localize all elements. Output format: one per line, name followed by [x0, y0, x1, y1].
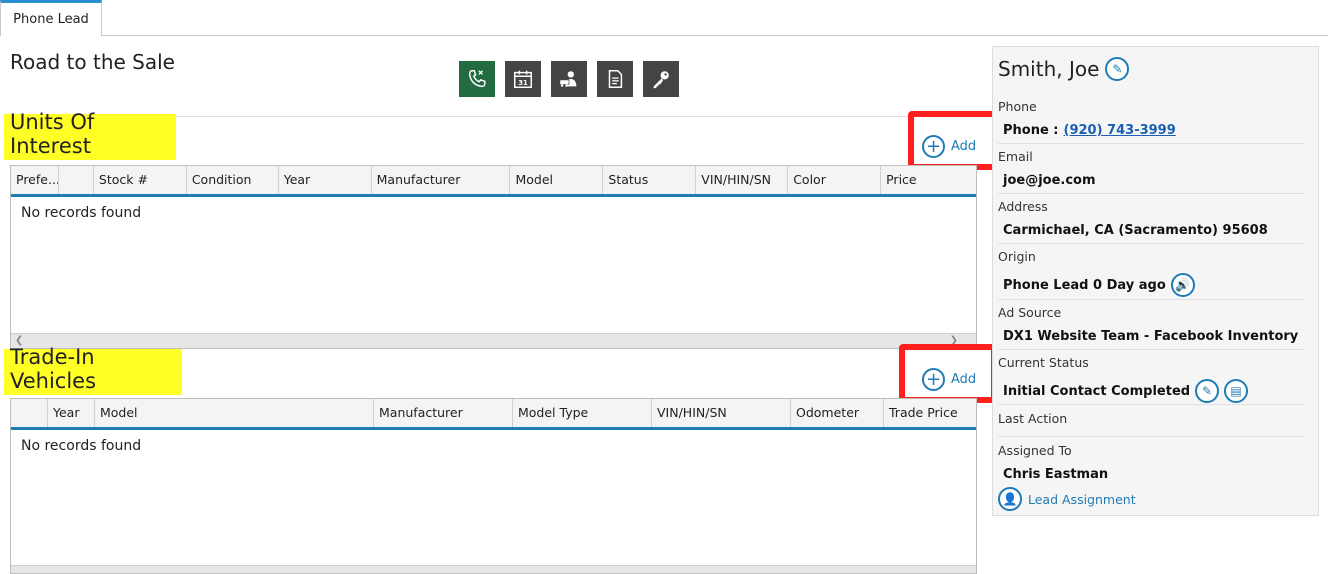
lead-assignment-link[interactable]: 👤 Lead Assignment — [998, 487, 1136, 511]
address-value: Carmichael, CA (Sacramento) 95608 — [1003, 223, 1268, 238]
col-trade-price[interactable]: Trade Price — [884, 399, 976, 427]
edit-pencil-icon[interactable]: ✎ — [1105, 57, 1130, 81]
col-model[interactable]: Model — [95, 399, 374, 427]
origin-label: Origin — [998, 249, 1036, 264]
units-empty-message: No records found — [21, 205, 142, 221]
field-divider — [998, 193, 1304, 194]
units-of-interest-grid: Prefe... Stock # Condition Year Manufact… — [10, 165, 977, 349]
col-model[interactable]: Model — [510, 166, 604, 194]
add-trade-in-label: Add — [951, 372, 977, 387]
units-grid-header: Prefe... Stock # Condition Year Manufact… — [11, 166, 976, 197]
field-divider — [998, 349, 1304, 350]
col-manufacturer[interactable]: Manufacturer — [374, 399, 513, 427]
trade-in-grid-header: Year Model Manufacturer Model Type VIN/H… — [11, 399, 976, 430]
customer-name-text: Smith, Joe — [998, 57, 1100, 81]
phone-icon[interactable] — [459, 61, 495, 97]
col-odometer[interactable]: Odometer — [791, 399, 884, 427]
status-text: Initial Contact Completed — [1003, 383, 1191, 399]
document-icon[interactable]: ▤ — [1224, 379, 1249, 403]
audio-speaker-icon[interactable]: 🔊 — [1170, 273, 1195, 297]
customer-vehicle-icon[interactable] — [551, 61, 587, 97]
trade-in-vehicles-title: Trade-In Vehicles — [4, 345, 182, 395]
current-status-value: Initial Contact Completed ✎ ▤ — [1003, 379, 1249, 403]
add-trade-in-button[interactable]: + Add — [922, 368, 976, 391]
customer-name: Smith, Joe ✎ — [998, 57, 1130, 81]
col-vin[interactable]: VIN/HIN/SN — [696, 166, 789, 194]
field-divider — [998, 404, 1304, 405]
ad-source-value: DX1 Website Team - Facebook Inventory — [1003, 329, 1299, 344]
field-divider — [998, 243, 1304, 244]
phone-prefix: Phone : — [1003, 123, 1059, 138]
phone-label: Phone — [998, 99, 1037, 114]
lead-assignment-text: Lead Assignment — [1028, 491, 1136, 507]
origin-text: Phone Lead 0 Day ago — [1003, 277, 1166, 293]
trade-in-empty-message: No records found — [21, 438, 142, 454]
person-icon: 👤 — [998, 487, 1022, 511]
col-preferred[interactable]: Prefe... — [11, 166, 59, 194]
col-blank[interactable] — [59, 166, 94, 194]
origin-value: Phone Lead 0 Day ago 🔊 — [1003, 273, 1195, 297]
last-action-label: Last Action — [998, 411, 1068, 426]
email-value: joe@joe.com — [1003, 173, 1096, 188]
col-year[interactable]: Year — [48, 399, 95, 427]
trade-in-grid: Year Model Manufacturer Model Type VIN/H… — [10, 398, 977, 574]
add-unit-button[interactable]: + Add — [922, 135, 976, 158]
units-of-interest-title: Units Of Interest — [4, 110, 176, 160]
col-price[interactable]: Price — [881, 166, 976, 194]
assigned-to-label: Assigned To — [998, 443, 1072, 458]
assigned-to-value: Chris Eastman — [1003, 467, 1109, 482]
plus-circle-icon: + — [922, 135, 945, 158]
col-blank[interactable] — [11, 399, 48, 427]
tab-phone-lead[interactable]: Phone Lead — [0, 0, 102, 36]
address-label: Address — [998, 199, 1048, 214]
field-divider — [998, 436, 1304, 437]
calendar-day: 31 — [518, 79, 528, 87]
col-stock[interactable]: Stock # — [94, 166, 187, 194]
page-title: Road to the Sale — [10, 50, 175, 74]
col-year[interactable]: Year — [279, 166, 372, 194]
col-color[interactable]: Color — [788, 166, 882, 194]
edit-pencil-icon[interactable]: ✎ — [1195, 379, 1220, 403]
add-unit-label: Add — [951, 139, 977, 154]
customer-panel: Smith, Joe ✎ Phone Phone : (920) 743-399… — [992, 46, 1319, 516]
calendar-icon[interactable]: 31 — [505, 61, 541, 97]
col-status[interactable]: Status — [603, 166, 697, 194]
phone-value: Phone : (920) 743-3999 — [1003, 123, 1176, 138]
tab-bar: Phone Lead — [0, 0, 1328, 36]
field-divider — [998, 299, 1304, 300]
plus-circle-icon: + — [922, 368, 945, 391]
field-divider — [998, 143, 1304, 144]
action-toolbar: 31 — [459, 61, 679, 97]
ad-source-label: Ad Source — [998, 305, 1062, 320]
current-status-label: Current Status — [998, 355, 1089, 370]
col-vin[interactable]: VIN/HIN/SN — [652, 399, 791, 427]
trade-in-horizontal-scrollbar[interactable] — [11, 565, 976, 573]
phone-number-link[interactable]: (920) 743-3999 — [1064, 123, 1176, 138]
document-icon[interactable] — [597, 61, 633, 97]
col-condition[interactable]: Condition — [187, 166, 279, 194]
email-label: Email — [998, 149, 1033, 164]
col-model-type[interactable]: Model Type — [513, 399, 652, 427]
col-manufacturer[interactable]: Manufacturer — [372, 166, 511, 194]
key-icon[interactable] — [643, 61, 679, 97]
